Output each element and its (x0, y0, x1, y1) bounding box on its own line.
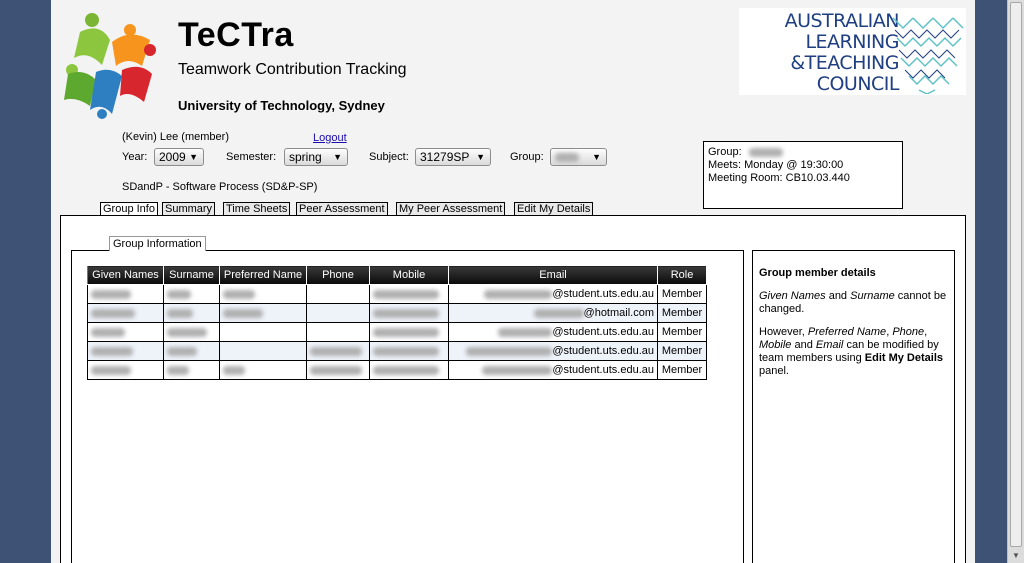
email-domain: @student.uts.edu.au (552, 326, 654, 338)
group-label: Group: (510, 151, 544, 163)
meeting-time: Meets: Monday @ 19:30:00 (708, 159, 844, 171)
redacted-text (373, 308, 439, 318)
column-header[interactable]: Given Names (87, 265, 164, 285)
redacted-text (482, 365, 553, 375)
subject-label: Subject: (369, 151, 409, 163)
tab-peer-assessment[interactable]: Peer Assessment (296, 202, 388, 216)
redacted-text (167, 365, 189, 375)
redacted-text (167, 327, 207, 337)
redacted-text (484, 289, 553, 299)
redacted-text (223, 308, 263, 318)
page: TeCTra Teamwork Contribution Tracking Un… (51, 0, 975, 563)
semester-label: Semester: (226, 151, 277, 163)
redacted-text (373, 327, 439, 337)
redacted-text (373, 289, 439, 299)
table-row[interactable]: @hotmail.com Member (87, 303, 707, 323)
redacted-text (373, 365, 439, 375)
group-name-label: Group: (708, 146, 742, 158)
redacted-text (91, 346, 133, 356)
table-row[interactable]: @student.uts.edu.au Member (87, 360, 707, 380)
selector-row: Year: 2009 ▼ Semester: spring ▼ Subject:… (122, 148, 742, 166)
column-header[interactable]: Surname (163, 265, 220, 285)
redacted-text (748, 147, 783, 157)
redacted-text (167, 308, 193, 318)
group-info-box: Group: Meets: Monday @ 19:30:00 Meeting … (703, 141, 903, 209)
fieldset-legend: Group Information (109, 236, 206, 251)
redacted-text (310, 365, 362, 375)
tab-time-sheets[interactable]: Time Sheets (223, 202, 291, 216)
redacted-text (167, 346, 197, 356)
table-row[interactable]: @student.uts.edu.au Member (87, 341, 707, 361)
year-select[interactable]: 2009 ▼ (154, 148, 204, 166)
content-panel: Group Information Given Names Surname Pr… (60, 215, 966, 563)
partner-logo: AUSTRALIAN LEARNING &TEACHING COUNCIL (739, 8, 966, 95)
app-title: TeCTra (178, 16, 294, 54)
subject-name: SDandP - Software Process (SD&P-SP) (122, 181, 318, 193)
tab-edit-my-details[interactable]: Edit My Details (514, 202, 594, 216)
redacted-text (91, 289, 131, 299)
email-domain: @hotmail.com (583, 307, 654, 319)
tab-my-peer-assessment[interactable]: My Peer Assessment (396, 202, 506, 216)
table-row[interactable]: @student.uts.edu.au Member (87, 284, 707, 304)
group-select[interactable]: ▼ (550, 148, 607, 166)
redacted-text (167, 289, 191, 299)
partner-logo-pattern-icon (892, 17, 964, 94)
redacted-text (91, 308, 135, 318)
role-cell: Member (657, 284, 707, 304)
redacted-text (373, 346, 439, 356)
tectra-logo (64, 13, 156, 119)
vertical-scrollbar[interactable]: ▼ (1007, 0, 1024, 563)
column-header[interactable]: Mobile (369, 265, 449, 285)
column-header[interactable]: Role (657, 265, 707, 285)
role-cell: Member (657, 341, 707, 361)
email-domain: @student.uts.edu.au (552, 345, 654, 357)
chevron-down-icon: ▼ (592, 152, 601, 162)
role-cell: Member (657, 303, 707, 323)
chevron-down-icon: ▼ (189, 152, 198, 162)
chevron-down-icon: ▼ (333, 152, 342, 162)
redacted-text (498, 327, 553, 337)
email-domain: @student.uts.edu.au (552, 364, 654, 376)
scrollbar-thumb[interactable] (1010, 2, 1022, 547)
subject-select[interactable]: 31279SP ▼ (415, 148, 491, 166)
email-domain: @student.uts.edu.au (552, 288, 654, 300)
members-table: Given Names Surname Preferred Name Phone… (87, 265, 707, 380)
help-title: Group member details (759, 267, 876, 279)
redacted-text (533, 308, 584, 318)
role-cell: Member (657, 360, 707, 380)
redacted-text (91, 327, 125, 337)
redacted-text (91, 365, 131, 375)
redacted-text (223, 365, 245, 375)
year-label: Year: (122, 151, 148, 163)
redacted-text (555, 153, 579, 163)
university-name: University of Technology, Sydney (178, 98, 385, 113)
column-header[interactable]: Preferred Name (219, 265, 307, 285)
current-user: (Kevin) Lee (member) (122, 131, 229, 143)
column-header[interactable]: Phone (306, 265, 370, 285)
redacted-text (466, 346, 553, 356)
app-subtitle: Teamwork Contribution Tracking (178, 61, 407, 78)
help-paragraph: However, Preferred Name, Phone, Mobile a… (759, 326, 944, 377)
role-cell: Member (657, 322, 707, 342)
scroll-down-icon[interactable]: ▼ (1008, 549, 1024, 563)
help-paragraph: Given Names and Surname cannot be change… (759, 290, 947, 315)
table-header-row: Given Names Surname Preferred Name Phone… (87, 265, 707, 285)
chevron-down-icon: ▼ (476, 152, 485, 162)
tab-summary[interactable]: Summary (162, 202, 216, 216)
redacted-text (310, 346, 362, 356)
help-panel: Group member details Given Names and Sur… (752, 250, 955, 563)
table-row[interactable]: @student.uts.edu.au Member (87, 322, 707, 342)
logout-link[interactable]: Logout (313, 132, 347, 144)
meeting-room: Meeting Room: CB10.03.440 (708, 172, 850, 184)
redacted-text (223, 289, 255, 299)
semester-select[interactable]: spring ▼ (284, 148, 348, 166)
column-header[interactable]: Email (448, 265, 658, 285)
